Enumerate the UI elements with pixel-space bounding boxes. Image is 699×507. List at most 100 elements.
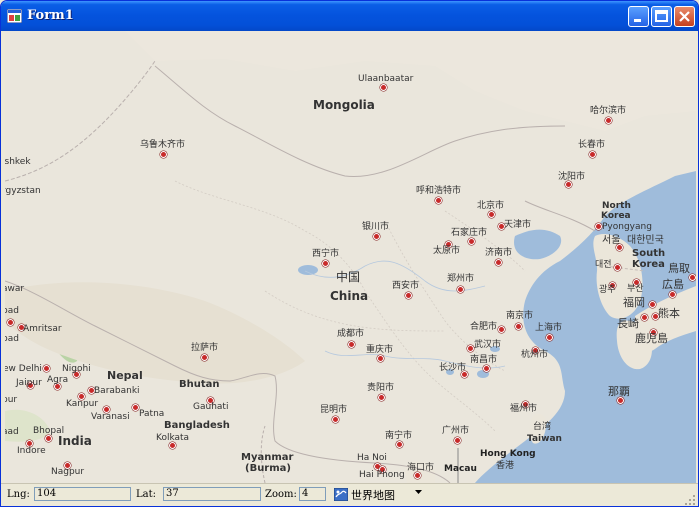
city-shanghai: 上海市: [535, 323, 563, 333]
label-bhutan: Bhutan: [179, 379, 220, 390]
lat-label: Lat:: [136, 489, 156, 500]
label-south-korea-cn: 대한민국: [627, 235, 664, 246]
city-indore: Indore: [17, 446, 46, 456]
close-button[interactable]: [674, 6, 695, 27]
city-zhengzhou: 郑州市: [447, 274, 475, 284]
marker-harbin[interactable]: [605, 117, 612, 124]
marker-chongqing[interactable]: [377, 355, 384, 362]
marker-kolkata[interactable]: [169, 442, 176, 449]
window-title: Form1: [27, 8, 74, 23]
resize-grip-icon[interactable]: [684, 494, 696, 506]
city-nagasaki: 長崎: [617, 317, 639, 330]
status-bar: Lng: 104 Lat: 37 Zoom: 4 世界地图: [1, 483, 698, 506]
marker-guiyang[interactable]: [378, 394, 385, 401]
city-nanning: 南宁市: [385, 431, 413, 441]
city-agra: Agra: [47, 375, 69, 385]
marker-nanning[interactable]: [396, 441, 403, 448]
marker-nanchang[interactable]: [483, 365, 490, 372]
city-tottori: 鳥取: [668, 262, 690, 275]
map-type-icon: [334, 488, 348, 501]
marker-hohhot[interactable]: [435, 197, 442, 204]
marker-wuhan[interactable]: [467, 345, 474, 352]
marker-nagasaki[interactable]: [641, 314, 648, 321]
marker-changchun[interactable]: [589, 151, 596, 158]
map-type-label: 世界地图: [351, 489, 395, 502]
marker-jinan[interactable]: [495, 259, 502, 266]
city-hawar: awar: [5, 284, 25, 294]
marker-hefei[interactable]: [498, 326, 505, 333]
city-changchun: 长春市: [578, 140, 606, 150]
city-chongqing: 重庆市: [366, 345, 394, 355]
marker-yinchuan[interactable]: [373, 233, 380, 240]
marker-beijing[interactable]: [488, 211, 495, 218]
city-pur: pur: [5, 395, 18, 405]
marker-kunming[interactable]: [332, 416, 339, 423]
label-north-korea-1: North: [602, 201, 631, 211]
city-fukuoka: 福岡: [623, 296, 645, 309]
marker-amritsar-west[interactable]: [7, 319, 14, 326]
city-hangzhou: 杭州市: [521, 350, 549, 360]
city-kunming: 昆明市: [320, 405, 348, 415]
app-icon: [7, 9, 22, 23]
marker-tottori[interactable]: [689, 274, 696, 281]
marker-lhasa[interactable]: [201, 354, 208, 361]
city-hanoi: Ha Noi: [357, 453, 387, 463]
city-kanpur: Kanpur: [66, 399, 99, 409]
lat-field[interactable]: 37: [163, 487, 261, 501]
city-barabanki: Barabanki: [94, 386, 140, 396]
marker-haikou[interactable]: [414, 472, 421, 479]
city-jaipur: Jaipur: [16, 378, 42, 388]
marker-pyongyang[interactable]: [595, 223, 602, 230]
marker-ulaanbaatar[interactable]: [380, 84, 387, 91]
city-bhopal: Bhopal: [33, 426, 65, 436]
marker-xining[interactable]: [322, 260, 329, 267]
marker-new-delhi[interactable]: [43, 365, 50, 372]
marker-zhengzhou[interactable]: [457, 286, 464, 293]
marker-shanghai[interactable]: [546, 334, 553, 341]
lng-field[interactable]: 104: [34, 487, 131, 501]
maximize-icon: [655, 10, 668, 22]
label-south-korea-1: South: [632, 248, 666, 259]
city-ulaanbaatar: Ulaanbaatar: [358, 74, 414, 84]
city-pyongyang: Pyongyang: [602, 222, 652, 232]
city-hiroshima: 広島: [662, 278, 684, 291]
map-view[interactable]: Mongolia 中国 China North Korea 대한민국 South…: [5, 31, 696, 483]
marker-naha[interactable]: [617, 397, 624, 404]
marker-urumqi[interactable]: [160, 151, 167, 158]
marker-patna[interactable]: [132, 404, 139, 411]
label-macau: Macau: [444, 464, 477, 474]
marker-daejeon[interactable]: [614, 264, 621, 271]
zoom-field[interactable]: 4: [299, 487, 326, 501]
marker-chengdu[interactable]: [348, 341, 355, 348]
label-india: India: [58, 434, 92, 448]
city-beijing: 北京市: [477, 201, 505, 211]
city-hongkong-cn: 香港: [496, 461, 515, 471]
city-seoul: 서울: [602, 235, 621, 246]
marker-fukuoka[interactable]: [649, 301, 656, 308]
dropdown-arrow-icon[interactable]: [415, 490, 423, 496]
city-haikou: 海口市: [407, 463, 435, 473]
marker-guangzhou[interactable]: [454, 437, 461, 444]
city-hohhot: 呼和浩特市: [416, 186, 462, 196]
city-bad-1: bad: [5, 306, 19, 316]
city-taipei: 台湾: [533, 422, 552, 432]
city-patna: Patna: [139, 409, 165, 419]
label-taiwan: Taiwan: [527, 434, 562, 444]
app-window: Form1 Mongolia 中国 China North Korea 대한민국…: [0, 0, 699, 507]
title-bar[interactable]: Form1: [1, 1, 698, 31]
city-harbin: 哈尔滨市: [590, 106, 627, 116]
maximize-button[interactable]: [651, 6, 672, 27]
marker-shenyang[interactable]: [565, 181, 572, 188]
marker-bhopal[interactable]: [45, 435, 52, 442]
marker-hiroshima[interactable]: [669, 291, 676, 298]
marker-xian[interactable]: [405, 292, 412, 299]
city-kolkata: Kolkata: [156, 433, 190, 443]
city-kumamoto: 熊本: [658, 307, 680, 320]
close-icon: [679, 11, 690, 22]
label-china-cn: 中国: [336, 270, 361, 284]
marker-nanjing[interactable]: [515, 323, 522, 330]
label-nepal: Nepal: [107, 369, 143, 382]
minimize-button[interactable]: [628, 6, 649, 27]
city-naha: 那覇: [608, 385, 630, 398]
marker-shijiazhuang[interactable]: [468, 238, 475, 245]
